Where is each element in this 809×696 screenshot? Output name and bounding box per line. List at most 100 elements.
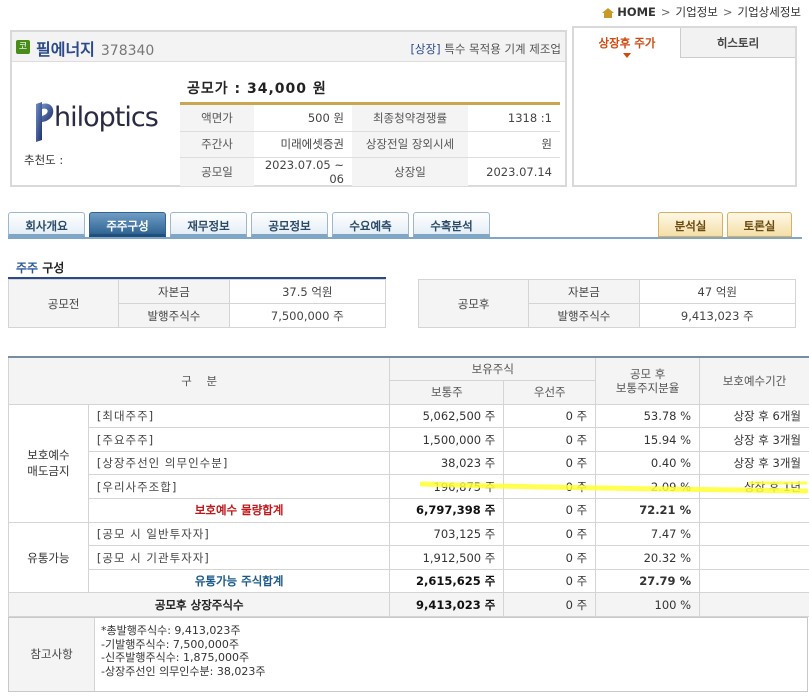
offer-label: 액면가 bbox=[180, 105, 254, 132]
subtotal-name: 유통가능 주식합계 bbox=[87, 568, 391, 594]
row-lockup: 상장 후 6개월 bbox=[699, 403, 809, 429]
row-ratio: 2.09 % bbox=[595, 474, 701, 500]
company-name: 필에너지 378340 bbox=[36, 36, 154, 60]
row-name: [상장주선인 의무인수분] bbox=[87, 450, 391, 476]
subtotal-common: 2,615,625 주 bbox=[389, 568, 505, 594]
row-preferred: 0 주 bbox=[503, 403, 597, 429]
row-ratio: 0.40 % bbox=[595, 450, 701, 476]
tab-financials[interactable]: 재무정보 bbox=[170, 212, 247, 237]
group-tradable-label: 유통가능 bbox=[8, 521, 89, 594]
tab-demand-forecast[interactable]: 수요예측 bbox=[332, 212, 409, 237]
tab-company-overview[interactable]: 회사개요 bbox=[8, 212, 85, 237]
cap-value: 7,500,000 주 bbox=[228, 303, 387, 328]
tab-history[interactable]: 히스토리 bbox=[680, 28, 795, 58]
row-lockup: 상장 후 3개월 bbox=[699, 427, 809, 452]
grand-total-name: 공모후 상장주식수 bbox=[7, 592, 391, 618]
subtotal-common: 6,797,398 주 bbox=[389, 498, 505, 523]
row-preferred: 0 주 bbox=[503, 427, 597, 452]
tab-post-listing-price[interactable]: 상장후 주가 bbox=[574, 28, 680, 58]
offer-row: 공모일 2023.07.05 ~ 06 상장일 2023.07.14 bbox=[180, 157, 560, 187]
offer-label: 상장일 bbox=[352, 157, 468, 187]
kosdaq-badge: 코 bbox=[16, 40, 30, 54]
nav-divider bbox=[8, 237, 802, 239]
cap-label: 발행주식수 bbox=[118, 303, 230, 328]
subtotal-preferred: 0 주 bbox=[503, 498, 597, 523]
tab-return-analysis[interactable]: 수혹분석 bbox=[413, 212, 490, 237]
cap-after-label: 공모후 bbox=[417, 279, 530, 328]
company-logo: hiloptics bbox=[34, 96, 164, 148]
row-common: 196,875 주 bbox=[389, 474, 505, 500]
row-lockup bbox=[699, 521, 809, 547]
tab-analysis-room[interactable]: 분석실 bbox=[658, 212, 723, 237]
header-common: 보통주 bbox=[389, 380, 505, 405]
grand-total-ratio: 100 % bbox=[595, 592, 701, 618]
section-title-highlight: 주주 bbox=[16, 261, 39, 275]
offer-value: 미래에셋증권 bbox=[254, 131, 352, 158]
header-ratio: 공모 후 보통주지분율 bbox=[595, 356, 701, 405]
row-preferred: 0 주 bbox=[503, 474, 597, 500]
cap-value: 37.5 억원 bbox=[228, 279, 387, 304]
cap-label: 자본금 bbox=[118, 279, 230, 304]
home-icon[interactable] bbox=[602, 7, 615, 18]
grand-total-row: 공모후 상장주식수 9,413,023 주 0 주 100 % bbox=[7, 592, 809, 618]
table-row: [우리사주조합] 196,875 주 0 주 2.09 % 상장 후 1년 bbox=[9, 474, 809, 500]
capital-after-table: 공모후 자본금 47 억원 발행주식수 9,413,023 주 bbox=[417, 279, 797, 328]
subtotal-ratio: 27.79 % bbox=[595, 568, 701, 594]
cap-label: 자본금 bbox=[528, 279, 640, 304]
row-common: 1,500,000 주 bbox=[389, 427, 505, 452]
row-common: 703,125 주 bbox=[389, 521, 505, 547]
market-tag: [상장] bbox=[410, 42, 441, 56]
main-nav-tabs: 회사개요 주주구성 재무정보 공모정보 수요예측 수혹분석 bbox=[8, 212, 490, 237]
header-category: 구 분 bbox=[7, 356, 391, 405]
company-name-text: 필에너지 bbox=[36, 40, 95, 59]
row-name: [우리사주조합] bbox=[87, 474, 391, 500]
sector-text: 특수 목적용 기계 제조업 bbox=[444, 42, 561, 56]
cap-value: 47 억원 bbox=[638, 279, 797, 304]
caret-down-icon bbox=[623, 53, 631, 58]
group-lockup-label: 보호예수 매도금지 bbox=[8, 403, 89, 523]
row-name: [주요주주] bbox=[87, 427, 391, 452]
subtotal-lockup bbox=[699, 568, 809, 594]
tab-offering-info[interactable]: 공모정보 bbox=[251, 212, 328, 237]
table-header-row: 구 분 보유주식 공모 후 보통주지분율 보호예수기간 bbox=[7, 356, 809, 405]
row-common: 5,062,500 주 bbox=[389, 403, 505, 429]
notes-box: 참고사항 *총발행주식수: 9,413,023주 -기발행주식수: 7,500,… bbox=[8, 617, 808, 692]
subtotal-lockup bbox=[699, 498, 809, 523]
offer-value: 2023.07.14 bbox=[468, 157, 560, 187]
row-lockup: 상장 후 3개월 bbox=[699, 450, 809, 476]
right-nav-tabs: 분석실 토론실 bbox=[658, 212, 792, 237]
tab-discussion-room[interactable]: 토론실 bbox=[727, 212, 792, 237]
breadcrumb-item[interactable]: 기업정보 bbox=[676, 4, 718, 20]
row-preferred: 0 주 bbox=[503, 545, 597, 570]
row-preferred: 0 주 bbox=[503, 450, 597, 476]
section-title-rest: 구성 bbox=[38, 261, 65, 275]
offer-label: 상장전일 장외시세 bbox=[352, 131, 468, 158]
row-lockup bbox=[699, 545, 809, 570]
header-lockup: 보호예수기간 bbox=[699, 356, 809, 405]
row-lockup: 상장 후 1년 bbox=[699, 474, 809, 500]
cap-value: 9,413,023 주 bbox=[638, 303, 797, 328]
breadcrumb-home[interactable]: HOME bbox=[617, 5, 656, 19]
price-history-panel: 상장후 주가 히스토리 bbox=[572, 26, 797, 187]
logo-text: hiloptics bbox=[54, 102, 159, 133]
offer-value: 2023.07.05 ~ 06 bbox=[254, 157, 352, 187]
table-row: 유통가능 [공모 시 일반투자자] 703,125 주 0 주 7.47 % bbox=[8, 521, 809, 594]
recommend-label: 추천도 : bbox=[24, 153, 64, 167]
cap-label: 발행주식수 bbox=[528, 303, 640, 328]
table-row: [주요주주] 1,500,000 주 0 주 15.94 % 상장 후 3개월 bbox=[9, 427, 809, 452]
company-header: 코 필에너지 378340 [상장] 특수 목적용 기계 제조업 bbox=[12, 32, 565, 62]
notes-label: 참고사항 bbox=[9, 618, 95, 691]
section-title: 주주 구성 bbox=[16, 259, 64, 276]
offer-price: 공모가 : 34,000 원 bbox=[187, 81, 327, 97]
tab-shareholders[interactable]: 주주구성 bbox=[89, 212, 166, 237]
row-common: 1,912,500 주 bbox=[389, 545, 505, 570]
note-line: -상장주선인 의무인수분: 38,023주 bbox=[101, 664, 266, 678]
offer-value: 500 원 bbox=[254, 105, 352, 132]
chevron-right-icon: > bbox=[660, 5, 671, 19]
offer-value: 1318 :1 bbox=[468, 105, 560, 132]
breadcrumb-item[interactable]: 기업상세정보 bbox=[738, 4, 801, 20]
company-code: 378340 bbox=[100, 43, 155, 59]
offer-label: 최종청약경쟁률 bbox=[352, 105, 468, 132]
grand-total-preferred: 0 주 bbox=[503, 592, 597, 618]
offer-value: 원 bbox=[468, 131, 560, 158]
